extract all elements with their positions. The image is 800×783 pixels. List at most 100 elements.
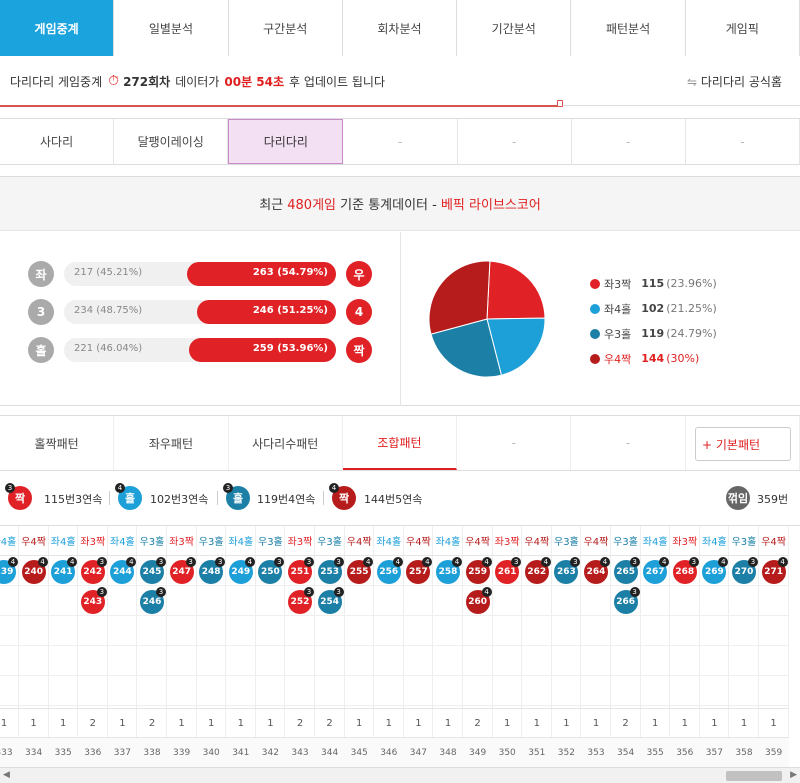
horizontal-scrollbar[interactable]: ◀ ▶ [0,767,800,783]
top-nav-tab[interactable]: 패턴분석 [571,0,686,56]
pattern-column-count: 1 [166,708,197,738]
official-site-link[interactable]: ⇋ 다리다리 공식홈 [687,73,782,90]
pattern-ball: 265 3 [613,557,640,584]
game-tab[interactable]: - [343,119,458,164]
scrollbar-thumb[interactable] [726,771,782,781]
top-nav-tab[interactable]: 일별분석 [114,0,229,56]
pattern-ball-number: 247 [172,567,191,577]
game-tab[interactable]: - [572,119,686,164]
pattern-ball-number: 253 [320,567,339,577]
pattern-column-header: 우3홀 [610,526,641,556]
legend-count: 144 [641,352,665,365]
summary-separator [217,491,218,505]
grid-cell [166,676,197,706]
grid-cell [581,646,611,676]
pattern-ball: 242 3 [80,557,107,584]
summary-ball-badge: 3 [5,483,15,493]
pattern-column-header: 우3홀 [729,526,759,556]
pattern-ball-badge: 3 [333,587,344,597]
pattern-column-round: 340 [196,738,227,767]
pattern-column-header: 좌4홀 [0,526,19,556]
grid-cell [492,646,523,676]
pattern-ball-badge: 4 [392,557,403,567]
pattern-ball-number: 245 [142,567,162,577]
stat-bar-track: 217 (45.21%) 263 (54.79%) [64,262,336,286]
stat-bar-fill: 259 (53.96%) [189,338,336,362]
top-nav-tab[interactable]: 기간분석 [457,0,572,56]
grid-cell [77,616,108,646]
top-nav-tab[interactable]: 게임중계 [0,0,115,56]
pattern-ball-badge: 4 [244,557,255,567]
pattern-tab[interactable]: 좌우패턴 [114,416,229,470]
grid-cell [107,616,138,646]
pattern-ball-badge: 3 [629,587,640,597]
stat-left-value: 221 (46.04%) [74,343,143,354]
pattern-tab[interactable]: - [571,416,686,470]
pattern-column-count: 1 [48,708,79,738]
summary-text: 115번3연속 [44,493,103,506]
grid-cell [137,676,167,706]
scroll-right-icon[interactable]: ▶ [790,770,797,780]
pattern-column-round: 347 [403,738,434,767]
pattern-ball-number: 263 [556,567,576,577]
pattern-ball-number: 271 [764,567,783,577]
pie-slice [486,260,546,320]
grid-cell [610,646,641,676]
pattern-ball-number: 240 [24,567,43,577]
grid-cell [640,646,671,676]
pattern-ball: 251 3 [288,557,314,584]
pattern-column-count: 1 [699,708,730,738]
pattern-column-header: 우4짝 [581,526,611,556]
grid-cell [640,586,671,616]
grid-cell [285,616,315,646]
pattern-tab[interactable]: - [457,416,572,470]
pattern-column: 우4짝 257 4 1 347 [403,526,434,767]
pattern-ball-badge: 4 [452,557,462,567]
summary-separator [109,491,110,505]
pattern-column-round: 354 [610,738,641,767]
pattern-column: 우4짝 259 4 260 4 2 349 [462,526,493,767]
game-tab[interactable]: 사다리 [0,119,115,164]
game-tab[interactable]: - [458,119,572,164]
top-nav-tab[interactable]: 구간분석 [228,0,343,56]
top-nav-tab[interactable]: 게임픽 [685,0,800,56]
pattern-column-count: 1 [729,708,759,738]
scroll-left-icon[interactable]: ◀ [3,770,10,780]
grid-cell [433,676,463,706]
top-nav-tab[interactable]: 회차분석 [342,0,458,56]
pattern-ball-badge: 3 [156,557,166,567]
grid-cell [521,676,552,706]
grid-cell [0,676,19,706]
grid-cell [225,586,256,616]
official-site-label: 다리다리 공식홈 [700,75,782,89]
grid-cell [433,586,463,616]
legend-percent: (23.96%) [666,277,717,290]
pattern-column-round: 345 [344,738,375,767]
stat-bar-row: 좌 217 (45.21%) 263 (54.79%) 우 [28,260,372,288]
grid-cell [0,616,19,646]
pattern-column-count: 1 [669,708,700,738]
pattern-tab[interactable]: 조합패턴 [342,416,458,470]
pattern-tab[interactable]: 사다리수패턴 [229,416,343,470]
pattern-column-header: 좌3짝 [492,526,523,556]
basic-pattern-button[interactable]: + 기본패턴 [695,427,791,461]
link-icon: ⇋ [687,75,701,89]
grid-cell [225,676,256,706]
grid-cell [48,616,79,646]
summary-ball: 꺾임 [726,486,750,510]
pattern-column-round: 336 [77,738,108,767]
pattern-column: 좌3짝 242 3 243 3 2 336 [77,526,108,767]
stats-head-brand: 베픽 라이브스코어 [440,198,541,213]
grid-cell [344,616,375,646]
game-tab[interactable]: - [686,119,800,164]
game-tab[interactable]: 달팽이레이싱 [114,119,229,164]
stat-bar-track: 221 (46.04%) 259 (53.96%) [64,338,336,362]
pattern-ball-badge: 3 [96,557,107,567]
stat-left-label: 3 [28,299,54,325]
pattern-ball: 247 3 [169,557,196,584]
grid-cell [551,616,582,646]
legend-item: 좌4홀 102 (21.25%) [590,296,717,321]
game-tab[interactable]: 다리다리 [228,119,344,164]
pattern-tab[interactable]: 홀짝패턴 [0,416,115,470]
pattern-column-count: 1 [758,708,789,738]
